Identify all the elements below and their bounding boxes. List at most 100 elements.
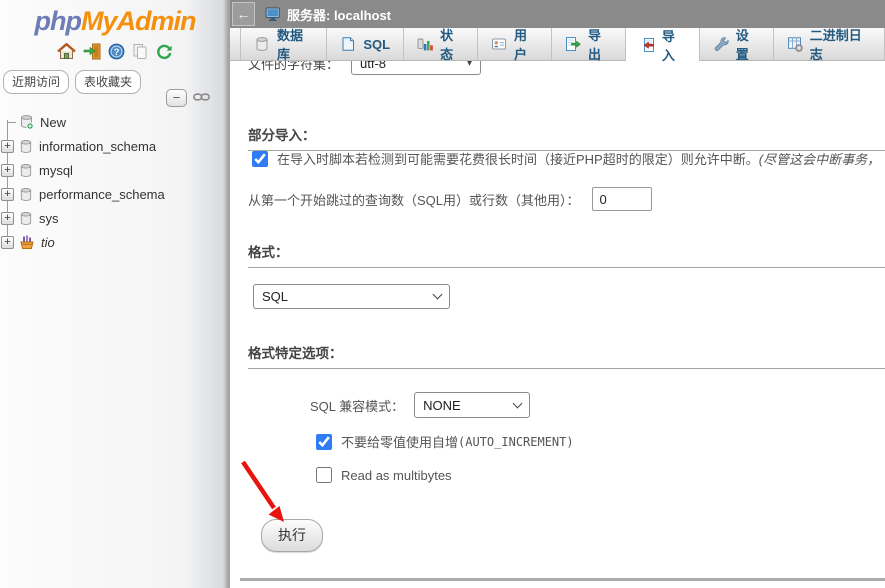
- sql-compat-label: SQL 兼容模式：: [310, 396, 404, 415]
- charset-select-value: utf-8: [360, 61, 386, 71]
- logo-myadmin-text: MyAdmin: [81, 6, 196, 36]
- tree-item-new-database[interactable]: New: [0, 110, 228, 134]
- tree-item-label: New: [40, 115, 66, 130]
- favorite-tables-button[interactable]: 表收藏夹: [75, 70, 141, 94]
- database-icon: [19, 187, 33, 202]
- autoincrement-label: 不要给零值使用自增: [341, 432, 458, 451]
- collapse-all-button[interactable]: −: [166, 89, 187, 107]
- sql-compat-select[interactable]: NONE: [414, 392, 530, 418]
- logout-door-icon[interactable]: [83, 43, 101, 60]
- partial-import-heading: 部分导入：: [248, 124, 885, 151]
- sql-compat-value: NONE: [423, 398, 461, 413]
- tree-item-label: information_schema: [39, 139, 156, 154]
- no-zero-autoincrement-checkbox[interactable]: [316, 434, 332, 450]
- interrupt-note: (尽管这会中断事务，: [759, 149, 880, 168]
- server-monitor-icon: [265, 7, 282, 22]
- tab-label: 设置: [736, 25, 760, 63]
- tree-item-performance-schema[interactable]: + performance_schema: [0, 182, 228, 206]
- tab-label: SQL: [363, 37, 390, 52]
- tab-label: 二进制日志: [810, 25, 871, 63]
- tab-settings[interactable]: 设置: [700, 28, 774, 60]
- tree-connector: [1, 116, 14, 129]
- link-with-main-icon[interactable]: [193, 89, 210, 107]
- read-as-multibytes-checkbox[interactable]: [316, 467, 332, 483]
- nav-icon-row: ?: [0, 40, 230, 62]
- tab-databases[interactable]: 数据库: [240, 28, 327, 60]
- tree-item-label: sys: [39, 211, 59, 226]
- users-tab-icon: [491, 36, 507, 52]
- autoincrement-row: 不要给零值使用自增 (AUTO_INCREMENT): [316, 432, 574, 451]
- help-icon[interactable]: ?: [108, 43, 125, 60]
- export-tab-icon: [565, 36, 581, 52]
- tab-label: 导入: [662, 26, 686, 64]
- tab-export[interactable]: 导出: [552, 28, 626, 60]
- skip-queries-label: 从第一个开始跳过的查询数（SQL用）或行数（其他用）：: [248, 190, 580, 209]
- status-tab-icon: [417, 36, 433, 52]
- format-select-value: SQL: [262, 289, 288, 304]
- charset-label: 文件的字符集：: [248, 61, 339, 73]
- expand-plus-icon[interactable]: +: [1, 140, 14, 153]
- format-select[interactable]: SQL: [253, 284, 450, 309]
- tab-label: 用户: [514, 25, 538, 63]
- database-tree: New + information_schema + mysql +: [0, 110, 228, 254]
- tab-label: 数据库: [277, 25, 313, 63]
- chevron-down-icon: [433, 290, 443, 300]
- server-header-bar: ← 服务器: localhost: [230, 0, 885, 28]
- multibytes-row: Read as multibytes: [316, 467, 452, 483]
- tab-label: 导出: [588, 25, 612, 63]
- database-icon: [19, 139, 33, 154]
- format-options-heading: 格式特定选项：: [248, 342, 885, 369]
- tab-sql[interactable]: SQL: [327, 28, 404, 60]
- navigation-sidebar: phpMyAdmin ? 近期访问 表收藏夹 −: [0, 0, 230, 588]
- charset-select[interactable]: utf-8 ▾: [351, 61, 481, 75]
- databases-tab-icon: [254, 36, 270, 52]
- phpmyadmin-window: phpMyAdmin ? 近期访问 表收藏夹 −: [0, 0, 885, 588]
- go-button[interactable]: 执行: [261, 519, 323, 552]
- logo-php-text: php: [35, 6, 81, 36]
- back-arrow-button[interactable]: ←: [232, 2, 255, 26]
- expand-plus-icon[interactable]: +: [1, 212, 14, 225]
- binary-log-tab-icon: [787, 36, 803, 52]
- tree-item-information-schema[interactable]: + information_schema: [0, 134, 228, 158]
- refresh-icon[interactable]: [156, 43, 173, 60]
- recent-tables-button[interactable]: 近期访问: [3, 70, 69, 94]
- tab-binary-log[interactable]: 二进制日志: [774, 28, 885, 60]
- database-icon: [19, 211, 33, 226]
- autoincrement-code: (AUTO_INCREMENT): [458, 435, 574, 449]
- tree-item-tio[interactable]: + tio: [0, 230, 228, 254]
- home-icon[interactable]: [57, 43, 76, 60]
- sql-tab-icon: [340, 36, 356, 52]
- multibytes-label: Read as multibytes: [341, 468, 452, 483]
- documentation-icon[interactable]: [132, 43, 149, 60]
- tab-import[interactable]: 导入: [626, 28, 700, 61]
- skip-queries-input[interactable]: [592, 187, 652, 211]
- skip-queries-row: 从第一个开始跳过的查询数（SQL用）或行数（其他用）：: [248, 187, 652, 211]
- selected-database-icon: [19, 234, 35, 250]
- interrupt-text: 在导入时脚本若检测到可能需要花费很长时间（接近PHP超时的限定）则允许中断。: [277, 149, 759, 168]
- tree-item-label: tio: [41, 235, 55, 250]
- dropdown-caret-icon: ▾: [467, 61, 472, 69]
- chevron-down-icon: [513, 398, 523, 408]
- sql-compat-row: SQL 兼容模式： NONE: [310, 392, 530, 418]
- import-panel: 文件的字符集： utf-8 ▾ 部分导入： 在导入时脚本若检测到可能需要花费很长…: [230, 61, 885, 588]
- server-breadcrumb[interactable]: 服务器: localhost: [287, 5, 391, 24]
- svg-text:?: ?: [114, 47, 120, 58]
- allow-interrupt-checkbox[interactable]: [252, 151, 268, 167]
- tab-label: 状态: [440, 25, 464, 63]
- expand-plus-icon[interactable]: +: [1, 236, 14, 249]
- tab-status[interactable]: 状态: [404, 28, 478, 60]
- tab-users[interactable]: 用户: [478, 28, 552, 60]
- format-heading: 格式：: [248, 241, 885, 268]
- tree-item-mysql[interactable]: + mysql: [0, 158, 228, 182]
- interrupt-row: 在导入时脚本若检测到可能需要花费很长时间（接近PHP超时的限定）则允许中断。 (…: [252, 149, 885, 168]
- database-icon: [19, 163, 33, 178]
- tree-item-label: mysql: [39, 163, 73, 178]
- new-database-icon: [19, 114, 34, 130]
- server-tab-bar: 数据库 SQL 状态 用户 导出 导入 设置 二进制日志: [230, 28, 885, 61]
- expand-plus-icon[interactable]: +: [1, 164, 14, 177]
- charset-row: 文件的字符集： utf-8 ▾: [248, 61, 481, 75]
- tree-controls: −: [166, 89, 210, 107]
- phpmyadmin-logo[interactable]: phpMyAdmin: [0, 0, 230, 37]
- expand-plus-icon[interactable]: +: [1, 188, 14, 201]
- tree-item-sys[interactable]: + sys: [0, 206, 228, 230]
